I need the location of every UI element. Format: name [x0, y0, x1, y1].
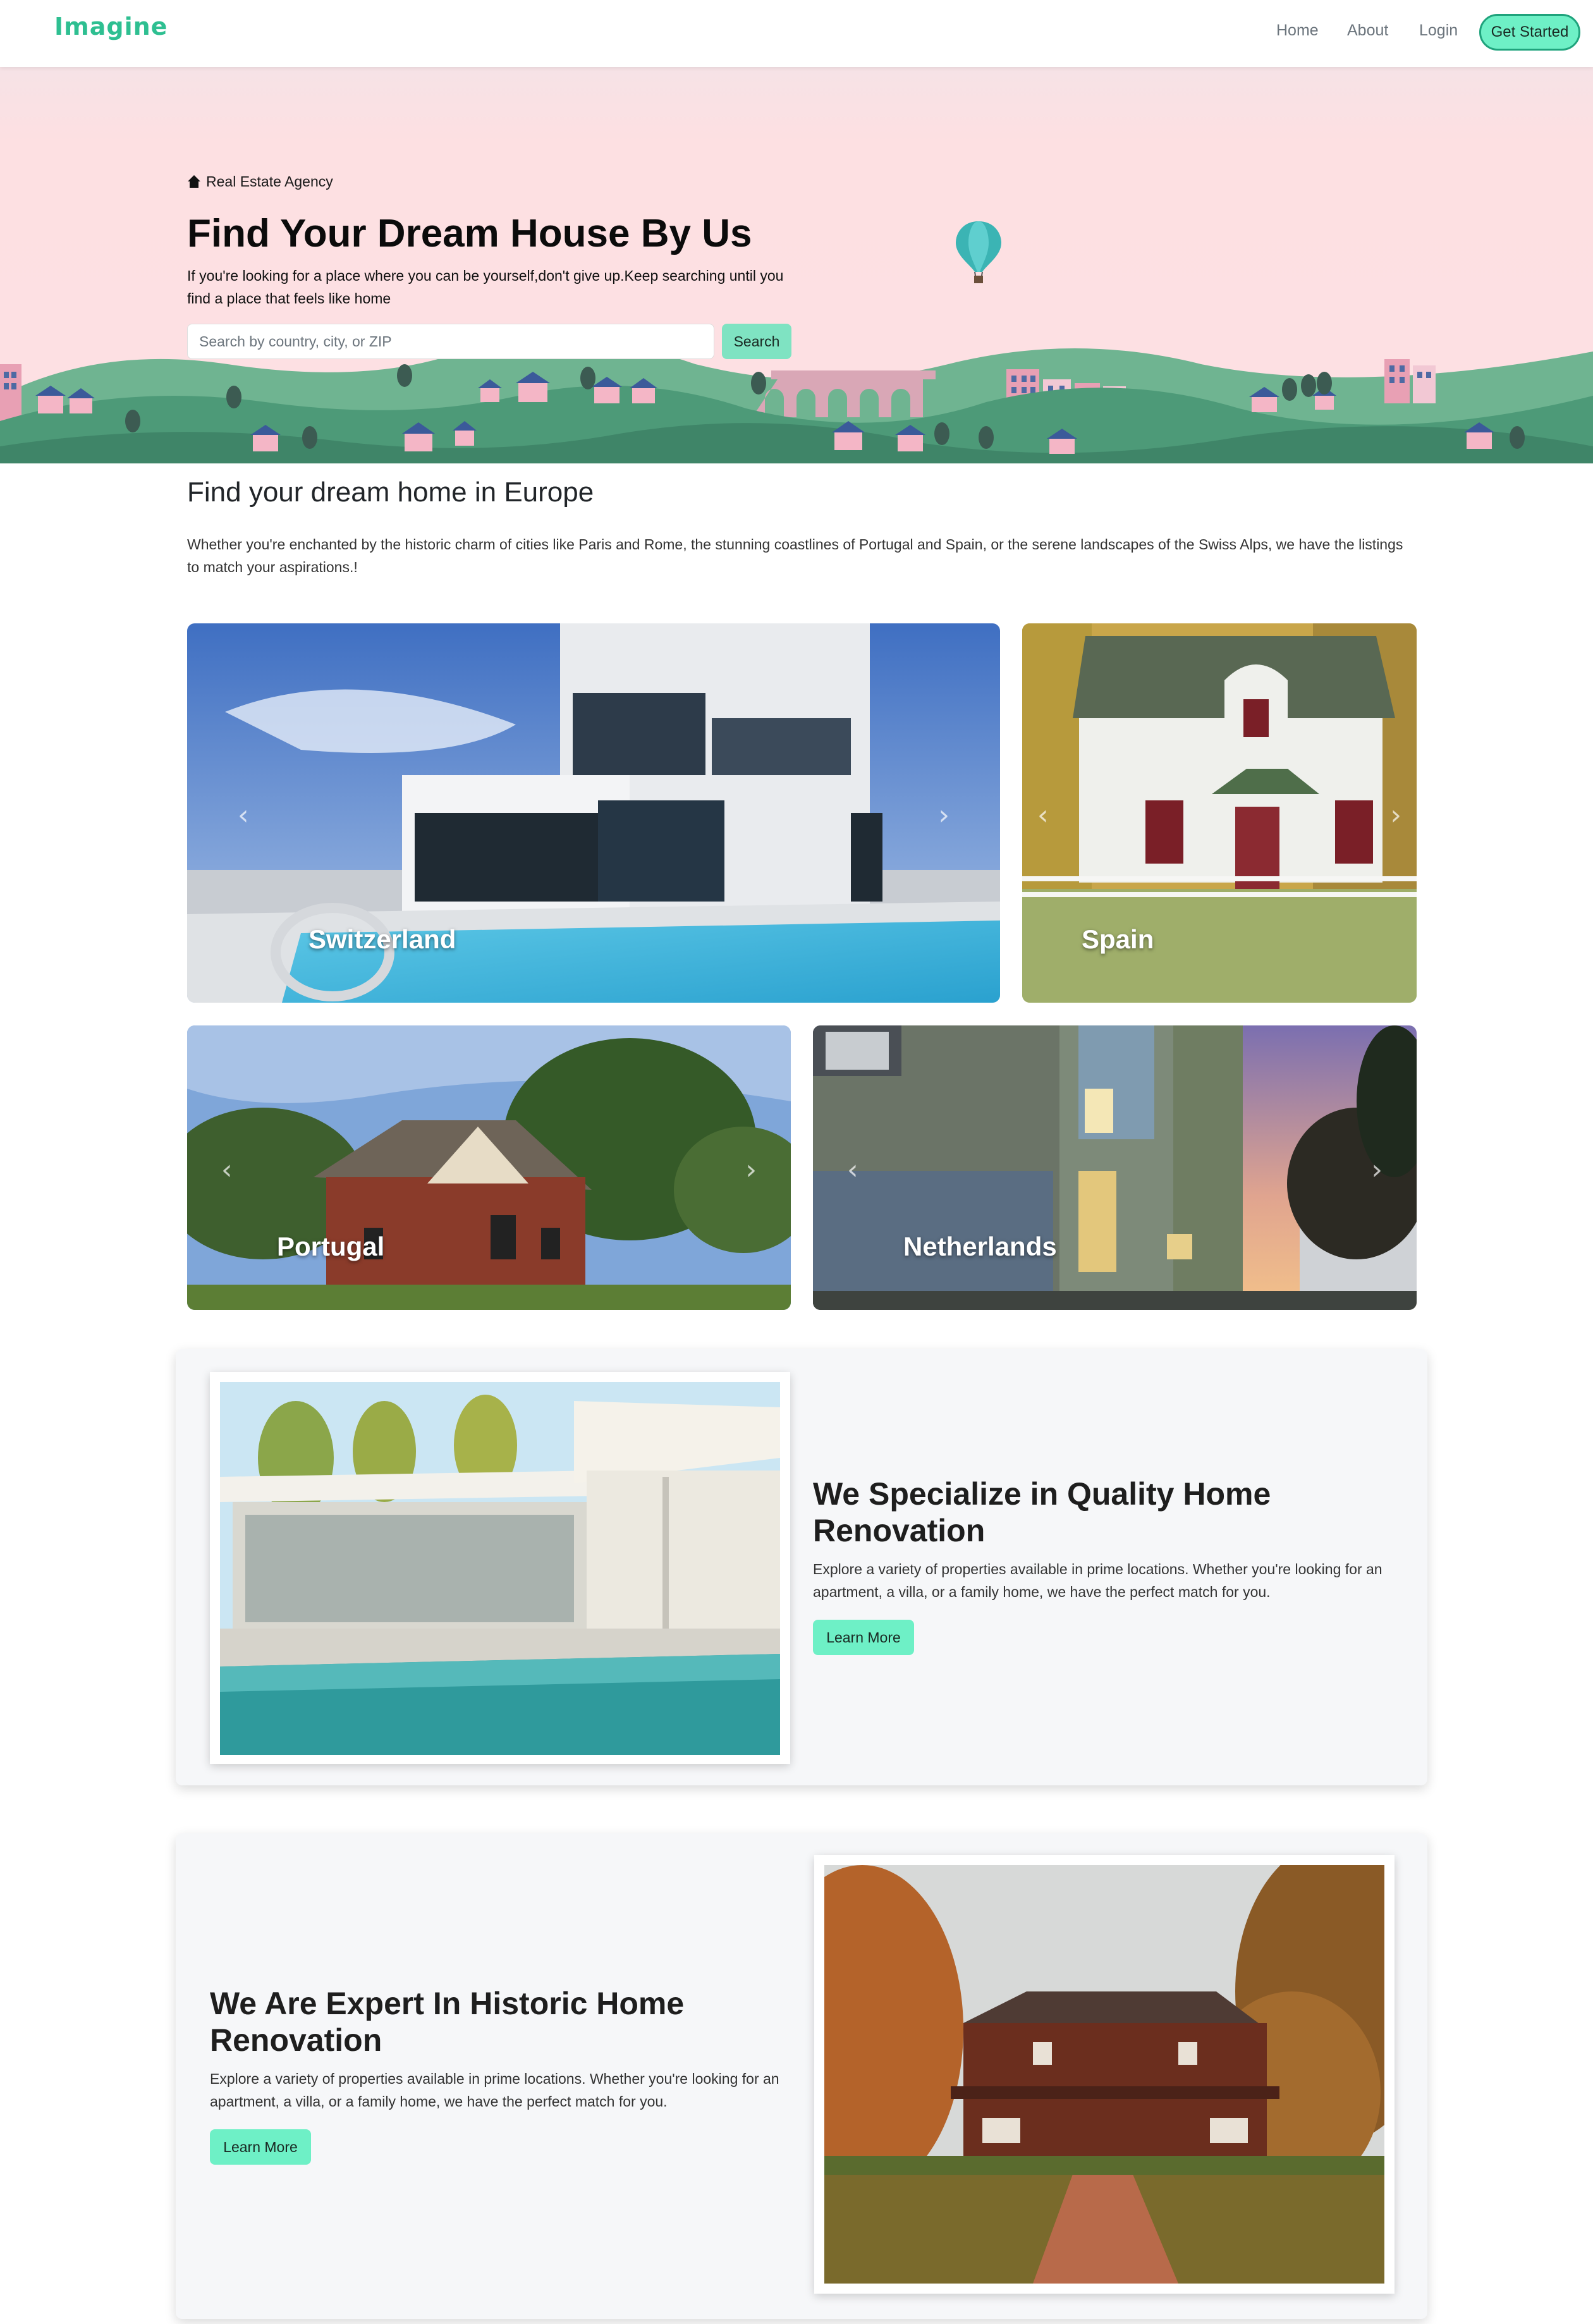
- hero-search-input[interactable]: Search by country, city, or ZIP: [187, 324, 714, 359]
- hero-tag: Real Estate Agency: [187, 173, 333, 190]
- hero-title: Find Your Dream House By Us: [187, 212, 752, 255]
- historic-house-image: [824, 1865, 1384, 2284]
- destination-card-netherlands[interactable]: ‹ › Netherlands: [813, 1025, 1417, 1310]
- destination-card-label: Spain: [1082, 924, 1154, 954]
- europe-section-description: Whether you're enchanted by the historic…: [187, 536, 1403, 575]
- feature-image-frame: [814, 1855, 1395, 2294]
- learn-more-button[interactable]: Learn More: [210, 2129, 311, 2165]
- feature-text: Explore a variety of properties availabl…: [210, 2070, 779, 2110]
- feature-text: Explore a variety of properties availabl…: [813, 1561, 1382, 1600]
- nav-login-link[interactable]: Login: [1419, 21, 1458, 40]
- modern-townhouse-image: [813, 1025, 1417, 1310]
- brand-logo[interactable]: Imagine: [54, 13, 168, 40]
- hot-air-balloon-icon: [956, 221, 1001, 283]
- carousel-prev-icon[interactable]: ‹: [847, 1154, 858, 1186]
- feature-title: We Are Expert In Historic Home Renovatio…: [210, 1986, 685, 2058]
- hero-search-button[interactable]: Search: [722, 324, 791, 359]
- get-started-button[interactable]: Get Started: [1479, 14, 1580, 51]
- nav-home-link[interactable]: Home: [1276, 21, 1319, 40]
- destination-card-label: Netherlands: [903, 1232, 1057, 1261]
- destination-card-label: Switzerland: [308, 924, 456, 954]
- feature-section-historic-renovation: We Are Expert In Historic Home Renovatio…: [176, 1833, 1427, 2319]
- feature-section-quality-renovation: We Specialize in Quality Home Renovation…: [176, 1349, 1427, 1785]
- carousel-next-icon[interactable]: ›: [1390, 799, 1401, 831]
- europe-section-title: Find your dream home in Europe: [187, 477, 594, 508]
- hero-section: Real Estate Agency Find Your Dream House…: [0, 67, 1593, 463]
- learn-more-button[interactable]: Learn More: [813, 1620, 914, 1655]
- carousel-prev-icon[interactable]: ‹: [238, 799, 249, 831]
- hero-description: If you're looking for a place where you …: [187, 267, 784, 307]
- carousel-next-icon[interactable]: ›: [745, 1154, 757, 1186]
- destination-card-label: Portugal: [277, 1232, 385, 1261]
- destination-card-switzerland[interactable]: ‹ › Switzerland: [187, 623, 1000, 1003]
- carousel-prev-icon[interactable]: ‹: [221, 1154, 233, 1186]
- carousel-prev-icon[interactable]: ‹: [1037, 799, 1049, 831]
- house-icon: [187, 174, 201, 189]
- hero-tag-label: Real Estate Agency: [206, 173, 333, 190]
- destination-card-spain[interactable]: ‹ › Spain: [1022, 623, 1417, 1003]
- nav-about-link[interactable]: About: [1347, 21, 1388, 40]
- destination-card-portugal[interactable]: ‹ › Portugal: [187, 1025, 791, 1310]
- brick-house-image: [187, 1025, 791, 1310]
- pool-house-image: [220, 1382, 780, 1755]
- carousel-next-icon[interactable]: ›: [938, 799, 949, 831]
- feature-image-frame: [210, 1372, 790, 1764]
- carousel-next-icon[interactable]: ›: [1371, 1154, 1382, 1186]
- navbar: Imagine Home About Login Get Started: [0, 0, 1593, 67]
- feature-title: We Specialize in Quality Home Renovation: [813, 1476, 1271, 1548]
